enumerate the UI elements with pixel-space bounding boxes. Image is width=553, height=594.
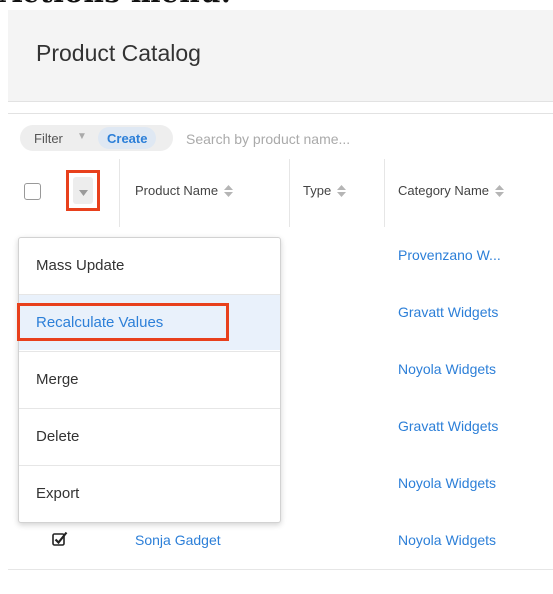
column-header-product-name[interactable]: Product Name <box>135 183 234 198</box>
category-link[interactable]: Noyola Widgets <box>398 532 496 548</box>
sort-icon <box>337 185 347 197</box>
menu-item-label: Export <box>36 485 80 502</box>
table-header-row: Product Name Type Category Name <box>8 159 553 228</box>
sort-icon <box>224 185 234 197</box>
annotation-highlight <box>17 303 229 341</box>
page-title: Product Catalog <box>36 40 201 66</box>
category-link[interactable]: Gravatt Widgets <box>398 304 498 320</box>
list-view-panel: Product Catalog Filter ▼ Create Product … <box>8 10 553 594</box>
product-name-link[interactable]: Sonja Gadget <box>135 532 221 548</box>
title-bar: Product Catalog <box>8 10 553 102</box>
filter-pill: Filter ▼ Create <box>20 125 173 151</box>
create-filter-label: Create <box>107 131 148 146</box>
actions-dropdown-menu: Mass Update Recalculate Values Merge Del… <box>17 237 281 523</box>
menu-item-merge[interactable]: Merge <box>19 351 280 407</box>
filter-bar: Filter ▼ Create <box>8 113 553 161</box>
caret-down-icon <box>79 190 88 196</box>
menu-item-label: Delete <box>36 428 80 445</box>
menu-item-recalculate-values[interactable]: Recalculate Values <box>17 294 280 350</box>
sort-icon <box>495 185 505 197</box>
chevron-down-icon[interactable]: ▼ <box>77 131 87 142</box>
heading-text: Actions menu. <box>0 0 231 9</box>
select-all-checkbox[interactable] <box>24 183 41 200</box>
column-header-label: Type <box>303 183 332 198</box>
column-header-label: Product Name <box>135 183 219 198</box>
menu-item-export[interactable]: Export <box>19 465 280 521</box>
search-input[interactable] <box>184 125 548 153</box>
category-link[interactable]: Provenzano W... <box>398 247 501 263</box>
category-link[interactable]: Noyola Widgets <box>398 361 496 377</box>
column-divider <box>289 159 290 227</box>
menu-item-label: Mass Update <box>36 257 125 274</box>
filter-dropdown[interactable]: Filter <box>34 131 63 146</box>
cropped-heading: Actions menu. <box>0 0 553 10</box>
category-link[interactable]: Gravatt Widgets <box>398 418 498 434</box>
column-header-category-name[interactable]: Category Name <box>398 183 505 198</box>
column-divider <box>384 159 385 227</box>
actions-menu-toggle[interactable] <box>66 170 100 211</box>
menu-item-label: Merge <box>36 371 79 388</box>
column-header-type[interactable]: Type <box>303 183 347 198</box>
menu-item-mass-update[interactable]: Mass Update <box>19 238 280 294</box>
row-checkbox-checked[interactable] <box>52 531 68 547</box>
column-divider <box>119 159 120 227</box>
column-header-label: Category Name <box>398 183 490 198</box>
menu-item-delete[interactable]: Delete <box>19 408 280 464</box>
create-filter-button[interactable]: Create <box>98 127 156 149</box>
category-link[interactable]: Noyola Widgets <box>398 475 496 491</box>
